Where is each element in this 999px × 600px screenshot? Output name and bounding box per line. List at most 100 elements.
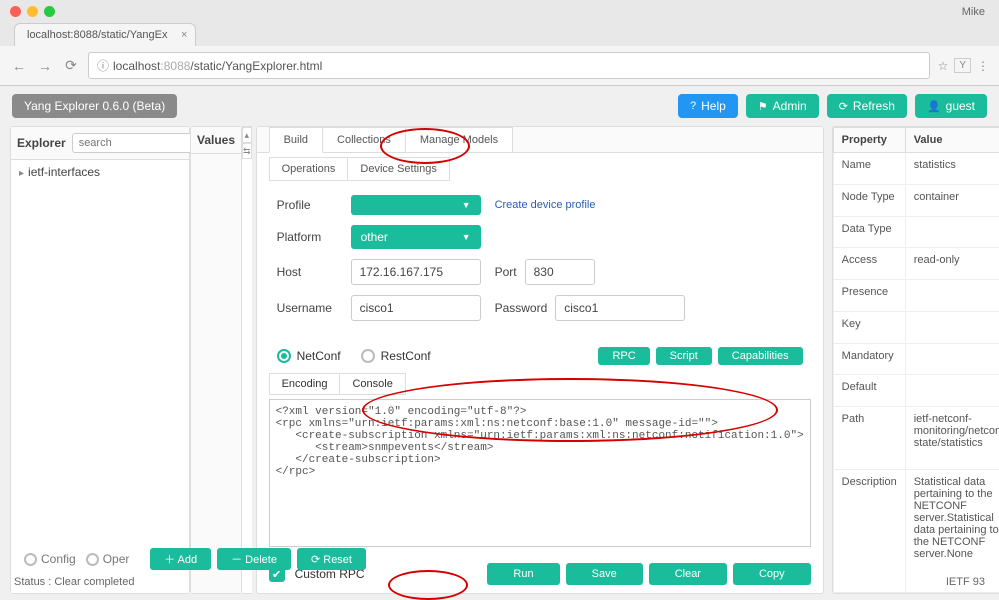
close-window-icon[interactable] [10,6,21,17]
user-icon: 👤 [927,100,941,113]
prop-key: Key [833,311,905,343]
browser-chrome: Mike localhost:8088/static/YangEx × ← → … [0,0,999,86]
tab-build[interactable]: Build [269,127,323,153]
prop-value [905,311,999,343]
admin-label: Admin [773,99,807,113]
minimize-window-icon[interactable] [27,6,38,17]
close-tab-icon[interactable]: × [181,29,187,41]
app-topbar: Yang Explorer 0.6.0 (Beta) ?Help ⚑Admin … [0,86,999,126]
platform-label: Platform [277,230,351,244]
window-controls [0,0,999,23]
prop-value: read-only [905,248,999,280]
status-text: Status : Clear completed [14,576,134,588]
table-row: Data Type [833,216,999,248]
prop-key: Presence [833,280,905,312]
prop-value [905,280,999,312]
oper-radio[interactable]: Oper [86,552,130,566]
encoding-tabs: Encoding Console [257,371,823,395]
prop-value [905,216,999,248]
url-path: /static/YangExplorer.html [190,59,322,73]
rpc-button[interactable]: RPC [598,347,649,365]
create-profile-link[interactable]: Create device profile [495,199,596,211]
prop-header: Property [833,128,905,153]
subtab-device-settings[interactable]: Device Settings [348,157,449,181]
tab-encoding[interactable]: Encoding [269,373,341,395]
add-button[interactable]: ＋ Add [150,548,211,570]
help-button[interactable]: ?Help [678,94,738,118]
tab-manage-models[interactable]: Manage Models [406,127,513,152]
sub-tabs: Operations Device Settings [257,153,823,181]
table-row: Node Typecontainer [833,184,999,216]
refresh-button[interactable]: ⟳ Refresh [827,94,907,118]
tool-expand-icon[interactable]: ⇆ [242,143,252,159]
prop-value: container [905,184,999,216]
guest-button[interactable]: 👤 guest [915,94,987,118]
status-right: IETF 93 [946,576,985,588]
browser-tab[interactable]: localhost:8088/static/YangEx × [14,23,196,46]
profile-select[interactable]: ▼ [351,195,481,215]
script-button[interactable]: Script [656,347,712,365]
prop-key: Data Type [833,216,905,248]
subtab-operations[interactable]: Operations [269,157,349,181]
tree-item-label: ietf-interfaces [28,165,100,179]
refresh-label: Refresh [853,99,895,113]
device-form: Profile ▼ Create device profile Platform… [257,181,823,341]
admin-button[interactable]: ⚑ Admin [746,94,819,118]
restconf-radio[interactable]: RestConf [361,349,431,363]
help-label: Help [701,99,726,113]
url-port: :8088 [160,59,190,73]
netconf-radio[interactable]: NetConf [277,349,341,363]
protocol-row: NetConf RestConf RPC Script Capabilities [257,341,823,371]
prop-value: Statistical data pertaining to the NETCO… [905,469,999,592]
port-input[interactable] [525,259,595,285]
maximize-window-icon[interactable] [44,6,55,17]
prop-value: statistics [905,153,999,185]
tab-collections[interactable]: Collections [323,127,406,152]
chevron-down-icon: ▼ [462,232,471,242]
main-layout: Explorer ietf-interfaces Values ▴ ⇆ Buil… [0,126,999,594]
explorer-title: Explorer [17,136,66,150]
xml-editor[interactable]: <?xml version="1.0" encoding="utf-8"?> <… [269,399,811,547]
table-row: Key [833,311,999,343]
admin-icon: ⚑ [758,100,768,113]
host-label: Host [277,265,351,279]
guest-label: guest [946,99,975,113]
splitter-tools: ▴ ⇆ [242,126,252,594]
username-input[interactable] [351,295,481,321]
reset-button[interactable]: ⟳ Reset [297,548,366,570]
refresh-icon: ⟳ [839,100,848,113]
host-input[interactable] [351,259,481,285]
explorer-tree: ietf-interfaces [11,160,189,593]
back-icon[interactable]: ← [10,58,28,74]
address-bar[interactable]: ⓘ localhost:8088/static/YangExplorer.htm… [88,52,930,79]
prop-key: Node Type [833,184,905,216]
plus-icon: ＋ [164,554,177,566]
browser-user: Mike [962,6,985,18]
table-row: Presence [833,280,999,312]
extension-icon[interactable]: Y [954,58,971,73]
radio-unchecked-icon [361,349,375,363]
site-info-icon[interactable]: ⓘ [97,57,109,74]
password-input[interactable] [555,295,685,321]
center-panel: Build Collections Manage Models Operatio… [256,126,824,594]
reload-icon[interactable]: ⟳ [62,57,80,74]
radio-icon [86,553,99,566]
menu-icon[interactable]: ⋮ [977,59,989,73]
table-row: Mandatory [833,343,999,375]
forward-icon[interactable]: → [36,58,54,74]
config-radio[interactable]: Config [24,552,76,566]
table-row: Pathietf-netconf-monitoring/netconf-stat… [833,407,999,469]
capabilities-button[interactable]: Capabilities [718,347,803,365]
bookmark-icon[interactable]: ☆ [938,59,949,73]
table-row: Accessread-only [833,248,999,280]
explorer-panel: Explorer ietf-interfaces [10,126,190,594]
password-label: Password [495,301,548,315]
tab-console[interactable]: Console [340,373,405,395]
radio-icon [24,553,37,566]
platform-select[interactable]: other▼ [351,225,481,249]
tool-up-icon[interactable]: ▴ [242,127,252,143]
tree-item[interactable]: ietf-interfaces [11,160,189,184]
delete-button[interactable]: － Delete [217,548,291,570]
table-row: Default [833,375,999,407]
reset-icon: ⟳ [311,554,323,566]
